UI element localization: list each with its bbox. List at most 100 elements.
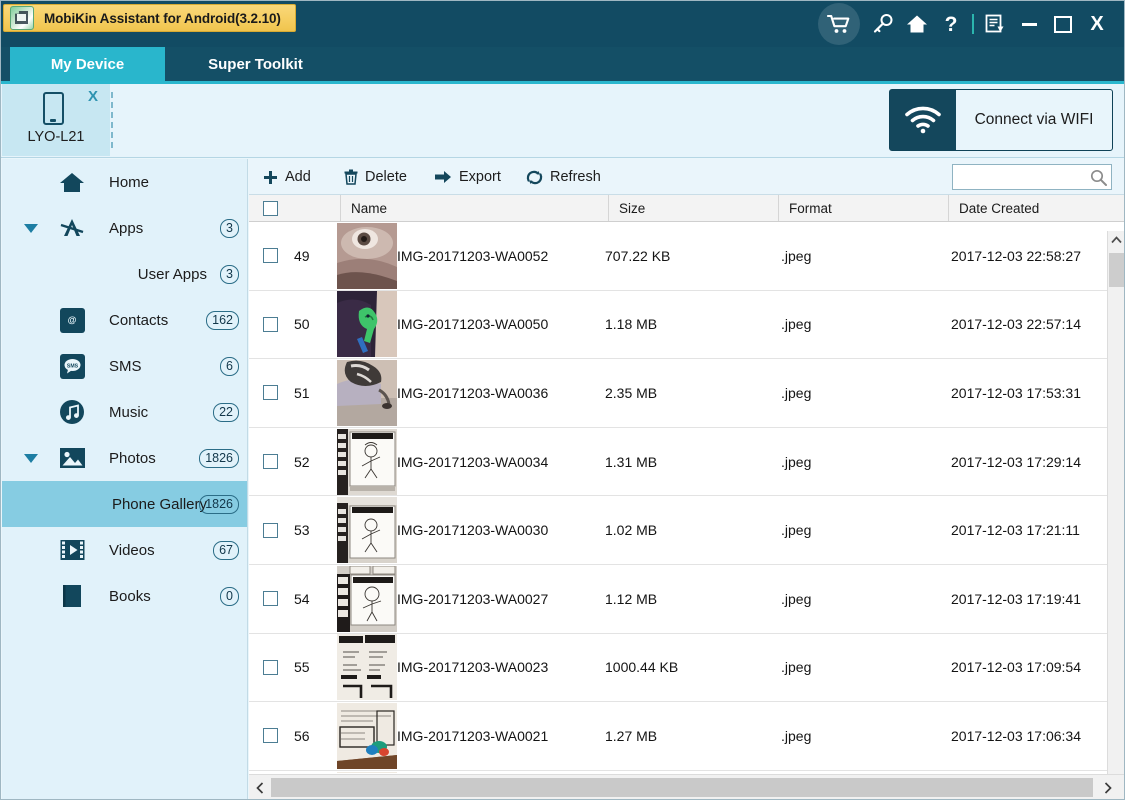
- table-row[interactable]: 52 IMG-20171203-WA0034 1.31 MB .jpeg 2017-1…: [249, 427, 1107, 497]
- row-format: .jpeg: [781, 522, 812, 539]
- table-header-row: Name Size Format Date Created: [249, 195, 1124, 222]
- search-input[interactable]: [953, 165, 1090, 189]
- sidebar: Home Apps 3 User Apps 3 @ Contacts 162 S…: [2, 159, 248, 799]
- sidebar-item-books[interactable]: Books 0: [2, 573, 247, 619]
- column-header-format[interactable]: Format: [779, 195, 949, 221]
- row-checkbox-box[interactable]: [263, 591, 278, 607]
- device-divider: [111, 92, 113, 148]
- row-checkbox[interactable]: [263, 565, 278, 633]
- add-button[interactable]: Add: [263, 159, 311, 195]
- table-row[interactable]: 49 IMG-20171203-WA0052 707.22 KB .jpeg 2017…: [249, 222, 1107, 291]
- row-checkbox-box[interactable]: [263, 454, 278, 470]
- sidebar-badge-phone-gallery: 1826: [199, 494, 239, 514]
- scroll-left-button[interactable]: [251, 776, 268, 799]
- tab-super-toolkit[interactable]: Super Toolkit: [173, 47, 338, 81]
- select-all-checkbox[interactable]: [263, 200, 278, 216]
- export-button[interactable]: Export: [435, 159, 501, 195]
- sidebar-item-contacts-label: Contacts: [109, 311, 169, 329]
- sidebar-item-home-label: Home: [109, 173, 150, 191]
- chevron-down-icon[interactable]: [24, 223, 38, 233]
- chevron-down-icon[interactable]: [24, 453, 38, 463]
- add-button-label: Add: [285, 169, 311, 185]
- photo-thumbnail-image: [337, 497, 397, 564]
- horizontal-scrollbar[interactable]: [249, 774, 1124, 799]
- search-box[interactable]: [952, 164, 1112, 190]
- column-header-name[interactable]: Name: [341, 195, 609, 221]
- key-icon: [873, 14, 893, 33]
- table-row[interactable]: 55 IMG-20171203-WA0023 1000.44 KB .jpeg 201…: [249, 633, 1107, 703]
- column-header-date-created[interactable]: Date Created: [949, 195, 1107, 221]
- row-checkbox-box[interactable]: [263, 248, 278, 264]
- table-row[interactable]: 53 IMG-20171203-WA0030 1.02 MB .jpeg 2017-1…: [249, 496, 1107, 565]
- vertical-scroll-thumb[interactable]: [1109, 253, 1124, 287]
- row-checkbox-box[interactable]: [263, 385, 278, 401]
- horizontal-scroll-thumb[interactable]: [271, 778, 1093, 797]
- sidebar-item-videos[interactable]: Videos 67: [2, 527, 247, 573]
- row-format: .jpeg: [781, 384, 812, 401]
- row-size: 1.27 MB: [605, 727, 658, 744]
- sidebar-item-contacts[interactable]: @ Contacts 162: [2, 297, 247, 343]
- row-checkbox-box[interactable]: [263, 728, 278, 744]
- row-format: .jpeg: [781, 247, 812, 264]
- refresh-button[interactable]: Refresh: [526, 159, 601, 195]
- contacts-icon-shape: @: [59, 307, 85, 333]
- tab-my-device[interactable]: My Device: [10, 47, 165, 81]
- delete-button-label: Delete: [365, 169, 407, 185]
- photo-thumbnail-image: [337, 702, 397, 769]
- cart-button[interactable]: [818, 3, 860, 45]
- row-format: .jpeg: [781, 316, 812, 333]
- table-row[interactable]: 56 IMG-20171203-WA0021 1.27 MB .jpeg 2017-1…: [249, 702, 1107, 771]
- sidebar-item-user-apps[interactable]: User Apps 3: [2, 251, 247, 297]
- maximize-button[interactable]: [1046, 4, 1080, 44]
- table-row[interactable]: 50 IMG-20171203-WA0050 1.18 MB .jpeg 2017-1…: [249, 290, 1107, 360]
- column-header-size[interactable]: Size: [609, 195, 779, 221]
- row-checkbox[interactable]: [263, 291, 278, 359]
- select-all-header[interactable]: [249, 195, 341, 221]
- connect-via-wifi-button[interactable]: Connect via WIFI: [889, 89, 1113, 151]
- row-checkbox[interactable]: [263, 222, 278, 290]
- videos-icon: [58, 536, 86, 564]
- connect-via-wifi-label: Connect via WIFI: [974, 111, 1094, 128]
- sidebar-badge-user-apps: 3: [220, 264, 239, 284]
- close-button[interactable]: X: [1080, 4, 1114, 44]
- table-row[interactable]: 54 IMG-20171203-WA0027 1.12 MB .jpeg 2017-1…: [249, 564, 1107, 634]
- minimize-button[interactable]: [1012, 4, 1046, 44]
- table-row[interactable]: [249, 770, 1107, 773]
- music-icon: [58, 398, 86, 426]
- sidebar-item-videos-label: Videos: [109, 541, 155, 559]
- row-checkbox-box[interactable]: [263, 659, 278, 675]
- feedback-button[interactable]: [978, 4, 1012, 44]
- scroll-right-button[interactable]: [1099, 776, 1116, 799]
- row-checkbox-box[interactable]: [263, 522, 278, 538]
- sidebar-item-photos[interactable]: Photos 1826: [2, 435, 247, 481]
- plus-icon: [264, 170, 277, 184]
- application-title-pill: MobiKin Assistant for Android(3.2.10): [3, 4, 296, 32]
- sidebar-item-sms[interactable]: SMS SMS 6: [2, 343, 247, 389]
- device-disconnect-button[interactable]: X: [88, 88, 98, 105]
- device-card[interactable]: X LYO-L21: [2, 84, 110, 156]
- sidebar-item-phone-gallery[interactable]: Phone Gallery 1826: [2, 481, 247, 527]
- help-button[interactable]: ?: [934, 4, 968, 44]
- table-row[interactable]: 51 IMG-20171203-WA0036 2.35 MB .jpeg 2017-1…: [249, 359, 1107, 428]
- sidebar-item-apps[interactable]: Apps 3: [2, 205, 247, 251]
- scroll-up-button[interactable]: [1108, 231, 1124, 248]
- delete-button[interactable]: Delete: [344, 159, 407, 195]
- row-thumbnail: [337, 565, 397, 633]
- home-button[interactable]: [900, 4, 934, 44]
- row-checkbox[interactable]: [263, 496, 278, 564]
- row-name: IMG-20171203-WA0050: [397, 316, 549, 333]
- row-checkbox[interactable]: [263, 428, 278, 496]
- photo-thumbnail-image: [337, 771, 397, 773]
- row-name: IMG-20171203-WA0021: [397, 727, 549, 744]
- sidebar-item-music[interactable]: Music 22: [2, 389, 247, 435]
- row-date-created: 2017-12-03 17:09:54: [951, 659, 1081, 676]
- key-button[interactable]: [866, 4, 900, 44]
- photo-thumbnail-image: [337, 359, 397, 426]
- sidebar-item-home[interactable]: Home: [2, 159, 247, 205]
- row-checkbox-box[interactable]: [263, 316, 278, 332]
- row-date-created: 2017-12-03 17:19:41: [951, 590, 1081, 607]
- row-checkbox[interactable]: [263, 702, 278, 770]
- row-checkbox[interactable]: [263, 359, 278, 427]
- vertical-scrollbar[interactable]: [1107, 231, 1124, 799]
- row-checkbox[interactable]: [263, 634, 278, 702]
